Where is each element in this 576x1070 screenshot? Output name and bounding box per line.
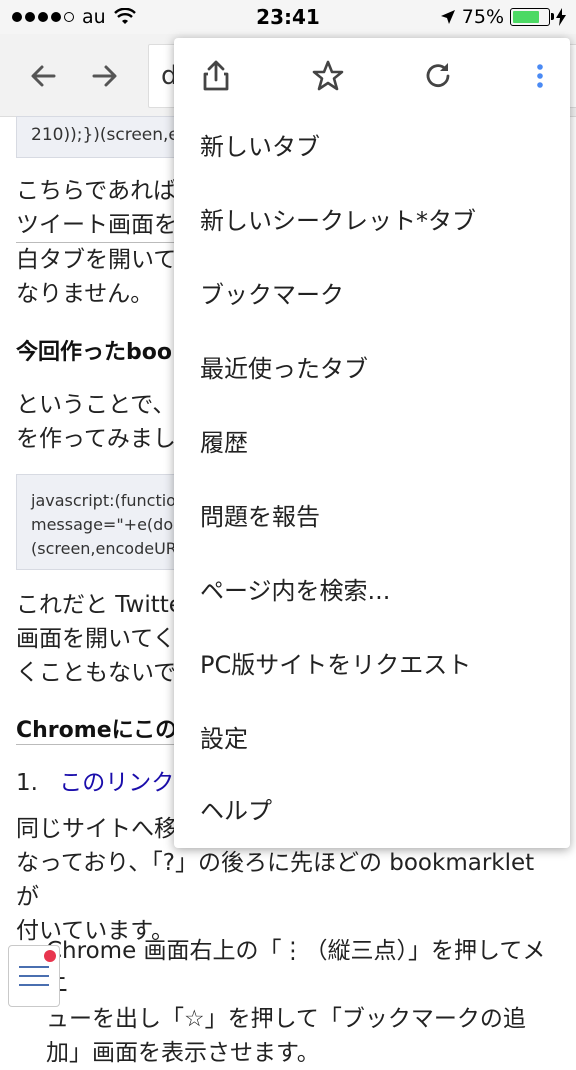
menu-item-new-tab[interactable]: 新しいタブ [174,110,570,184]
menu-item-new-incognito-tab[interactable]: 新しいシークレット*タブ [174,184,570,258]
list2-line: Chrome 画面右上の「⋮（縦三点）」を押してメニ [46,938,546,998]
star-icon[interactable] [308,56,348,96]
share-icon[interactable] [196,56,236,96]
para4-line: なっており、「?」の後ろに先ほどの bookmarklet が [16,850,535,910]
charging-bolt-icon [556,8,566,26]
menu-item-help[interactable]: ヘルプ [174,774,570,848]
forward-button[interactable] [84,56,124,96]
battery-icon [510,8,554,26]
list-item-2: Chrome 画面右上の「⋮（縦三点）」を押してメニ ューを出し「☆」を押して「… [46,934,561,1070]
overflow-menu: 新しいタブ 新しいシークレット*タブ ブックマーク 最近使ったタブ 履歴 問題を… [174,38,570,848]
list2-line: ューを出し「☆」を押して「ブックマークの追 [46,1006,526,1032]
status-right: 75% [440,6,566,28]
battery-percent: 75% [461,6,504,28]
menu-item-bookmarks[interactable]: ブックマーク [174,258,570,332]
status-bar: au 23:41 75% [0,0,576,34]
section-heading-2: Chromeにこの [16,712,178,745]
reload-icon[interactable] [418,56,458,96]
menu-item-request-desktop-site[interactable]: PC版サイトをリクエスト [174,628,570,702]
menu-item-history[interactable]: 履歴 [174,406,570,480]
location-arrow-icon [440,10,455,24]
section-heading-1: 今回作ったboo [16,340,172,365]
menu-item-settings[interactable]: 設定 [174,702,570,776]
menu-item-find-in-page[interactable]: ページ内を検索... [174,554,570,628]
notification-dot [44,950,56,962]
menu-icon-row [174,38,570,112]
more-vertical-icon[interactable] [520,56,560,96]
para1-line-link[interactable]: ツイート画面を [16,208,177,243]
list2-line: 加」画面を表示させます。 [46,1040,320,1066]
list-number: 1. [16,770,38,796]
menu-item-report-issue[interactable]: 問題を報告 [174,480,570,554]
back-button[interactable] [24,56,64,96]
menu-item-recent-tabs[interactable]: 最近使ったタブ [174,332,570,406]
